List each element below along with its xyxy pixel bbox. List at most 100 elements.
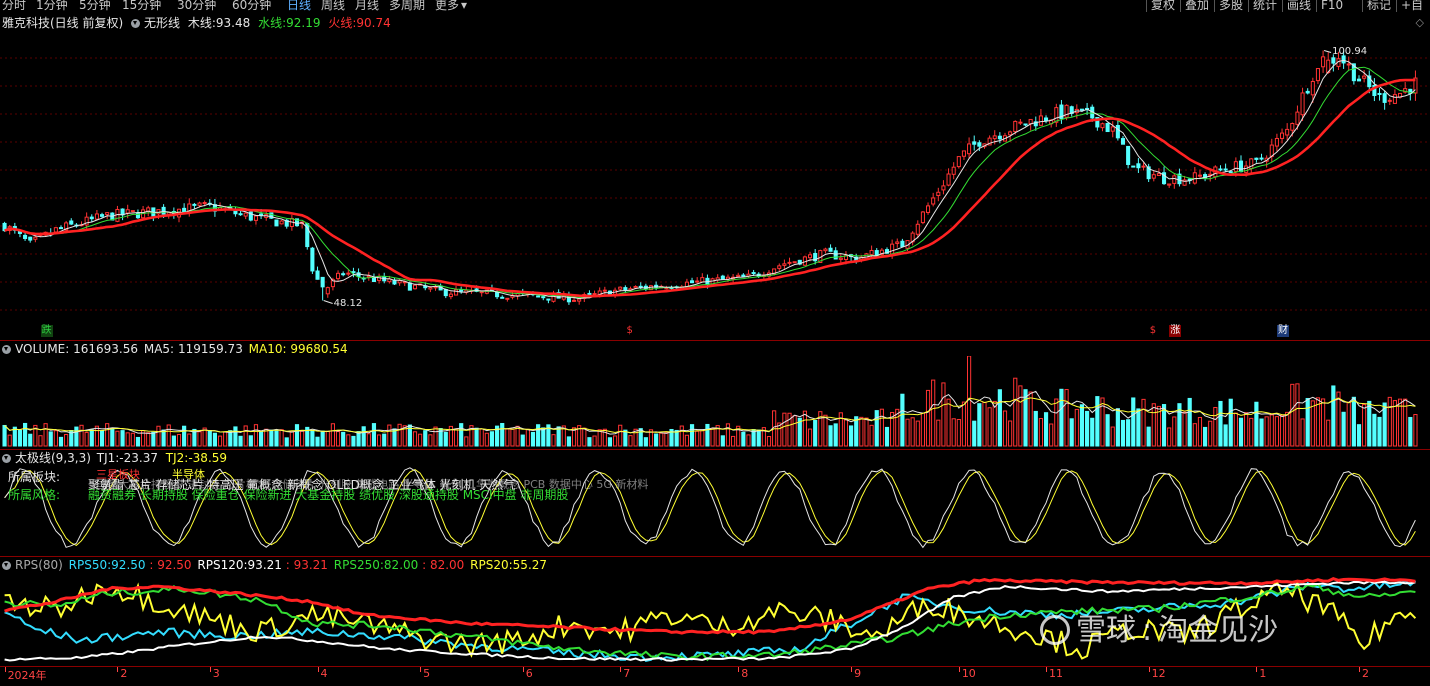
candle-body: [351, 271, 356, 274]
more-chevron-icon[interactable]: ▾: [461, 0, 467, 12]
period-tab-9[interactable]: 多周期: [389, 0, 425, 12]
event-marker[interactable]: $: [625, 325, 633, 337]
volume-bar: [1013, 377, 1018, 447]
x-axis-label: 12: [1151, 667, 1166, 680]
volume-bar: [859, 416, 864, 447]
volume-bar: [1008, 420, 1013, 447]
volume-bar: [1151, 403, 1156, 447]
volume-bar: [905, 418, 910, 447]
candle-body: [1156, 173, 1161, 177]
candle-body: [602, 289, 607, 292]
toolbar-button-2[interactable]: 多股: [1214, 0, 1247, 12]
candle-body: [443, 289, 448, 297]
period-tab-5[interactable]: 60分钟: [232, 0, 271, 12]
volume-bar: [269, 429, 274, 447]
toolbar-button-6[interactable]: 标记: [1362, 0, 1395, 12]
volume-bar: [987, 407, 992, 447]
toolbar-button-3[interactable]: 统计: [1248, 0, 1281, 12]
event-marker[interactable]: $: [1149, 325, 1157, 337]
candle-body: [33, 236, 38, 240]
volume-bar: [612, 435, 618, 447]
ma5-label: MA5:: [143, 342, 175, 356]
toolbar-button-0[interactable]: 复权: [1146, 0, 1179, 12]
period-tab-3[interactable]: 15分钟: [122, 0, 161, 12]
volume-bar: [1300, 418, 1305, 447]
volume-bar: [74, 426, 79, 447]
indicator-name[interactable]: 无形线: [144, 16, 180, 30]
period-tab-10[interactable]: 更多: [435, 0, 459, 12]
candle-body: [23, 234, 28, 239]
volume-bar: [300, 430, 305, 447]
rps250-value: 82.00: [383, 558, 419, 572]
period-tab-1[interactable]: 1分钟: [36, 0, 68, 12]
candle-body: [1285, 128, 1290, 136]
volume-bar: [1202, 426, 1208, 447]
volume-bar: [541, 427, 546, 447]
candle-body: [1310, 80, 1315, 96]
event-marker[interactable]: 财: [1277, 325, 1290, 337]
candle-body: [130, 210, 135, 213]
volume-bar: [453, 429, 459, 447]
x-axis-label: 7: [623, 667, 631, 680]
volume-bar: [1387, 396, 1392, 447]
volume-menu-icon[interactable]: [2, 345, 11, 354]
rps120b-value: : 93.21: [285, 558, 328, 572]
volume-bar: [530, 431, 536, 447]
toolbar-button-7[interactable]: +自: [1396, 0, 1427, 12]
x-axis-tick: [1148, 667, 1150, 672]
volume-bar: [1090, 417, 1095, 447]
volume-bar: [1033, 410, 1038, 447]
volume-bar: [551, 434, 556, 447]
candle-body: [161, 206, 166, 215]
taiji-menu-icon[interactable]: [2, 454, 11, 463]
volume-chart[interactable]: [0, 356, 1430, 448]
volume-bar: [977, 403, 982, 447]
toolbar-button-4[interactable]: 画线: [1282, 0, 1315, 12]
rps20-value: 55.27: [512, 558, 548, 572]
x-axis-tick: [958, 667, 960, 672]
period-tab-4[interactable]: 30分钟: [177, 0, 216, 12]
candle-body: [197, 202, 202, 206]
candle-body: [454, 289, 459, 296]
period-tab-7[interactable]: 周线: [321, 0, 345, 12]
candlestick-chart[interactable]: [0, 30, 1430, 340]
rps120-label: RPS120:: [197, 558, 248, 572]
volume-bar: [1182, 411, 1187, 447]
style-label: 所属风格:: [8, 488, 61, 502]
volume-bar: [182, 425, 187, 447]
rps-menu-icon[interactable]: [2, 561, 11, 570]
toolbar-button-1[interactable]: 叠加: [1180, 0, 1213, 12]
period-tab-2[interactable]: 5分钟: [79, 0, 111, 12]
volume-bar: [1023, 389, 1028, 447]
volume-value: 161693.56: [73, 342, 139, 356]
period-tab-0[interactable]: 分时: [2, 0, 26, 12]
x-axis-tick: [620, 667, 622, 672]
x-axis-tick: [1359, 667, 1360, 672]
x-axis: 2024年 2 3 4 5 6 7 8 9 10 11 12 1 2: [0, 666, 1430, 686]
candle-body: [1280, 132, 1285, 139]
event-marker[interactable]: 涨: [1169, 325, 1182, 337]
candle-body: [1105, 123, 1110, 133]
volume-bar: [746, 434, 751, 447]
candle-body: [1197, 174, 1202, 177]
candle-body: [961, 150, 966, 157]
toolbar-button-5[interactable]: F10: [1316, 0, 1347, 12]
period-tab-8[interactable]: 月线: [355, 0, 379, 12]
volume-bar: [910, 417, 915, 447]
volume-bar: [284, 437, 289, 447]
x-axis-label: 10: [961, 667, 976, 680]
period-tab-6[interactable]: 日线: [287, 0, 311, 12]
ma10-label: MA10:: [248, 342, 287, 356]
volume-bar: [1084, 410, 1090, 447]
indicator-dropdown-icon[interactable]: [131, 19, 141, 28]
event-marker[interactable]: 跌: [40, 325, 53, 337]
volume-bar: [7, 434, 12, 447]
volume-bar: [1377, 416, 1382, 447]
tj2-value: -38.59: [188, 451, 228, 465]
diamond-icon[interactable]: ◇: [1416, 16, 1424, 29]
volume-bar: [1192, 423, 1197, 447]
volume-bar: [412, 431, 418, 447]
shui-label: 水线:: [258, 16, 287, 30]
volume-bar: [248, 435, 253, 447]
volume-bar: [1064, 389, 1069, 447]
